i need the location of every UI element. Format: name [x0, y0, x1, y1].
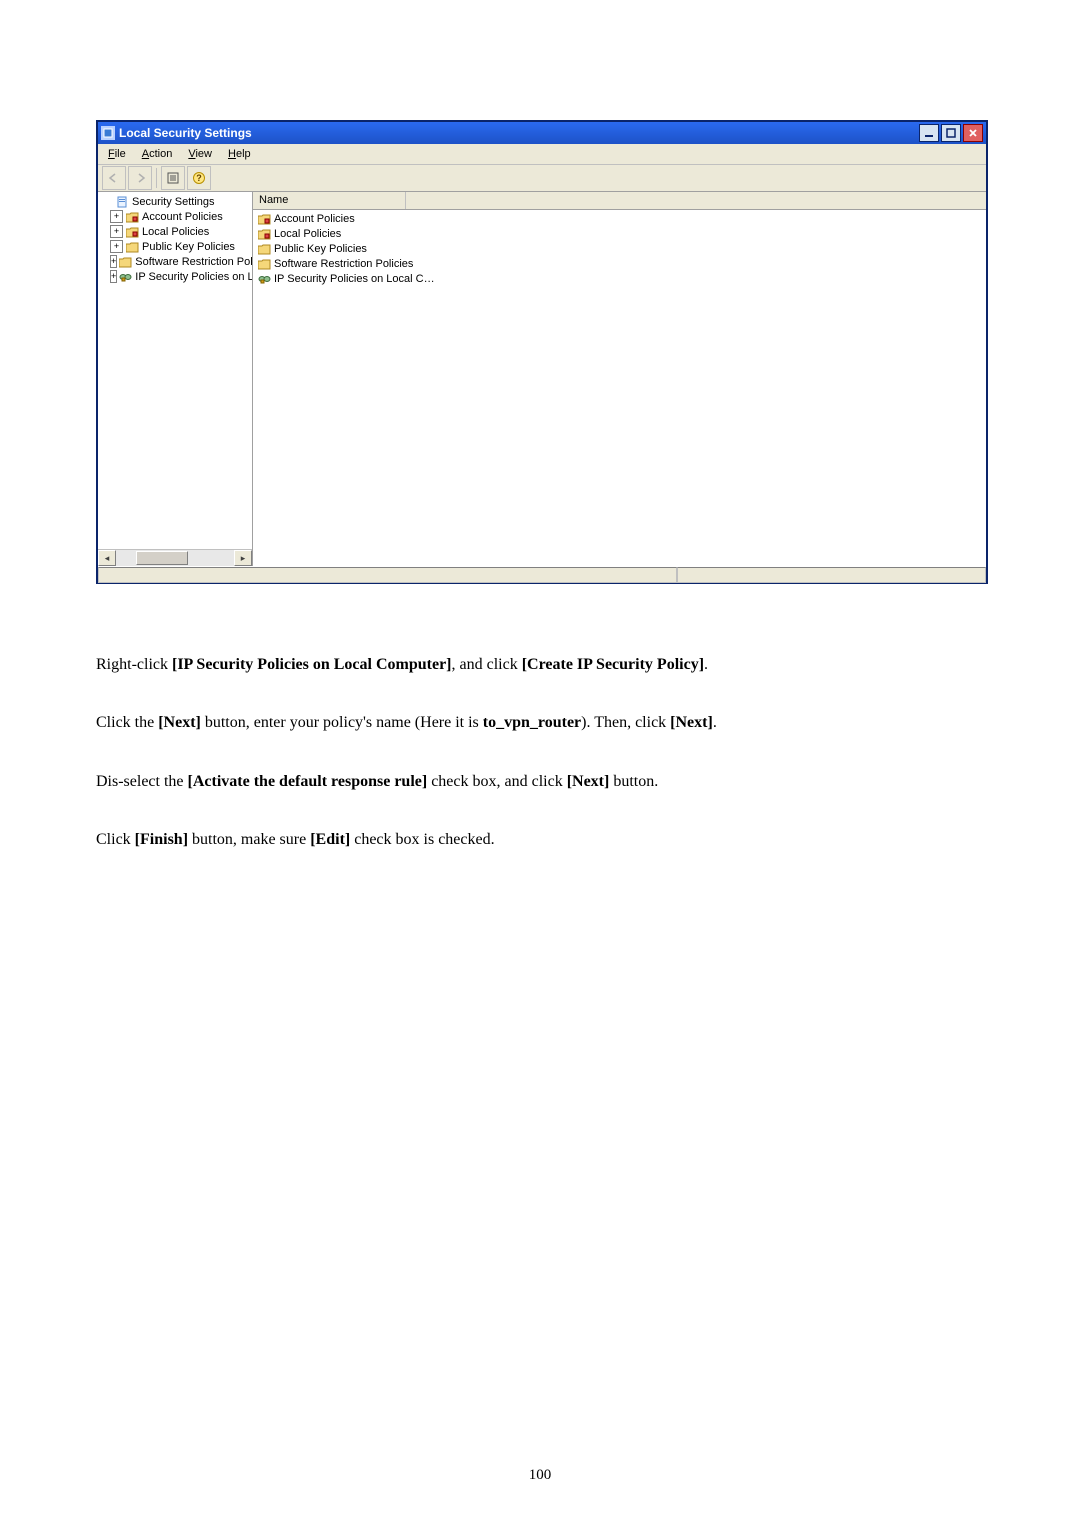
list-item-local-policies[interactable]: Local Policies — [253, 226, 986, 241]
back-button[interactable] — [102, 166, 126, 190]
list-pane: Name Account Policies Local Policies — [253, 192, 986, 566]
list-header[interactable]: Name — [253, 192, 986, 210]
titlebar[interactable]: Local Security Settings — [98, 122, 986, 144]
instruction-paragraph-3: Dis-select the [Activate the default res… — [96, 767, 796, 797]
folder-icon — [257, 257, 271, 270]
tree-item-label: Local Policies — [142, 226, 209, 238]
list-item-label: Software Restriction Policies — [274, 258, 413, 270]
toolbar: ? — [98, 165, 986, 192]
tree-item-software-restriction[interactable]: + Software Restriction Policie — [110, 254, 252, 269]
menu-view[interactable]: View — [182, 146, 218, 162]
instruction-text: Right-click [IP Security Policies on Loc… — [96, 650, 796, 884]
tree-item-account-policies[interactable]: + Account Policies — [110, 209, 252, 224]
menubar: File Action View Help — [98, 144, 986, 165]
list-item-public-key-policies[interactable]: Public Key Policies — [253, 241, 986, 256]
tree-root-label: Security Settings — [132, 196, 215, 208]
tree-item-ip-security-policies[interactable]: + IP Security Policies on Loca — [110, 269, 252, 284]
tree-pane: + Security Settings + Account Policie — [98, 192, 253, 566]
local-security-settings-window: Local Security Settings File Action View… — [96, 120, 988, 584]
list-item-label: IP Security Policies on Local C… — [274, 273, 435, 285]
expand-icon[interactable]: + — [110, 255, 117, 268]
window-title: Local Security Settings — [119, 126, 919, 140]
instruction-paragraph-2: Click the [Next] button, enter your poli… — [96, 708, 796, 738]
list-item-software-restriction[interactable]: Software Restriction Policies — [253, 256, 986, 271]
tree-item-local-policies[interactable]: + Local Policies — [110, 224, 252, 239]
scroll-track[interactable] — [116, 550, 234, 566]
folder-lock-icon — [257, 227, 271, 240]
security-settings-icon — [115, 195, 129, 208]
tree-item-label: Software Restriction Policie — [135, 256, 253, 268]
expand-icon[interactable]: + — [110, 270, 117, 283]
expand-icon[interactable]: + — [110, 240, 123, 253]
app-icon — [101, 126, 115, 140]
help-button[interactable]: ? — [187, 166, 211, 190]
ip-policy-icon — [119, 270, 132, 283]
menu-help[interactable]: Help — [222, 146, 257, 162]
status-cell-1 — [98, 567, 677, 583]
list-item-label: Account Policies — [274, 213, 355, 225]
expand-icon[interactable]: + — [110, 210, 123, 223]
list-item-label: Local Policies — [274, 228, 341, 240]
list-item-account-policies[interactable]: Account Policies — [253, 211, 986, 226]
folder-lock-icon — [257, 212, 271, 225]
list-item-label: Public Key Policies — [274, 243, 367, 255]
scroll-right-button[interactable]: ▸ — [234, 550, 252, 566]
expand-icon[interactable]: + — [110, 225, 123, 238]
list-item-ip-security-policies[interactable]: IP Security Policies on Local C… — [253, 271, 986, 286]
close-button[interactable] — [963, 124, 983, 142]
instruction-paragraph-4: Click [Finish] button, make sure [Edit] … — [96, 825, 796, 855]
scroll-left-button[interactable]: ◂ — [98, 550, 116, 566]
column-name[interactable]: Name — [253, 192, 406, 209]
page-number: 100 — [0, 1467, 1080, 1484]
forward-button[interactable] — [128, 166, 152, 190]
instruction-paragraph-1: Right-click [IP Security Policies on Loc… — [96, 650, 796, 680]
status-cell-2 — [677, 567, 986, 583]
folder-lock-icon — [125, 225, 139, 238]
export-list-button[interactable] — [161, 166, 185, 190]
minimize-button[interactable] — [919, 124, 939, 142]
folder-icon — [257, 242, 271, 255]
svg-text:?: ? — [196, 173, 202, 183]
menu-action[interactable]: Action — [136, 146, 179, 162]
maximize-button[interactable] — [941, 124, 961, 142]
tree-item-label: Account Policies — [142, 211, 223, 223]
folder-icon — [125, 240, 139, 253]
folder-icon — [119, 255, 132, 268]
tree-item-label: IP Security Policies on Loca — [135, 271, 253, 283]
tree-root-security-settings[interactable]: + Security Settings — [100, 194, 252, 209]
toolbar-separator — [156, 168, 157, 188]
ip-policy-icon — [257, 272, 271, 285]
tree-horizontal-scrollbar[interactable]: ◂ ▸ — [98, 549, 252, 566]
statusbar — [98, 566, 986, 583]
folder-lock-icon — [125, 210, 139, 223]
tree-item-public-key-policies[interactable]: + Public Key Policies — [110, 239, 252, 254]
scroll-thumb[interactable] — [136, 551, 188, 565]
menu-file[interactable]: File — [102, 146, 132, 162]
tree-item-label: Public Key Policies — [142, 241, 235, 253]
